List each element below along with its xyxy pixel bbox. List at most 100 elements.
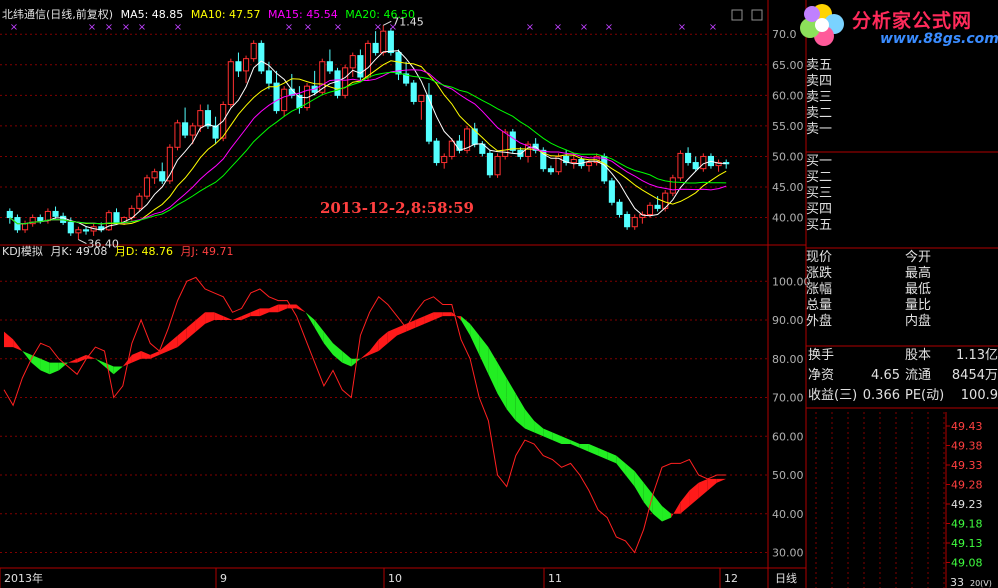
candle-body	[235, 61, 242, 72]
stat-ratio-label: 量比	[905, 298, 932, 313]
candle-body	[624, 214, 631, 228]
buy-5-label: 买五	[806, 218, 833, 233]
x-axis-label: 10	[388, 572, 402, 585]
mini-axis-bottom-right: 20(V)	[970, 579, 992, 588]
kd-ribbon-segment	[131, 351, 142, 363]
candle-body	[669, 177, 676, 194]
ma10-label: MA10: 47.57	[190, 8, 261, 21]
ma20-label: MA20: 46.50	[345, 8, 415, 21]
candle-body	[82, 229, 90, 232]
kdj-y-tick: 90.00	[772, 314, 804, 327]
candle-body	[227, 61, 234, 105]
kd-ribbon-segment	[141, 351, 151, 359]
stock-chart[interactable]: 70.065.0060.0055.0050.0045.0040.0071.453…	[0, 0, 998, 588]
candle-body	[486, 152, 493, 176]
candle-body	[52, 210, 59, 217]
cursor-time-label: 2013-12-2,8:58:59	[320, 199, 474, 217]
mini-axis-label: 49.08	[951, 557, 983, 570]
stat-open-label: 今开	[905, 250, 932, 265]
price-y-tick: 65.00	[772, 59, 804, 72]
candle-body	[166, 146, 173, 182]
kd-ribbon-segment	[67, 358, 78, 363]
candle-body	[646, 204, 654, 215]
eps-label: 收益(三)	[808, 388, 858, 403]
kd-ribbon-segment	[342, 351, 352, 367]
share-capital-label: 股本	[905, 348, 932, 363]
candle-body	[433, 140, 440, 164]
kd-ribbon-segment	[515, 393, 525, 429]
candle-body	[418, 94, 425, 102]
candle-body	[281, 88, 288, 112]
price-y-tick: 70.0	[772, 28, 797, 41]
signal-marker: ×	[174, 22, 182, 33]
kd-ribbon-segment	[195, 312, 206, 332]
kd-ribbon-segment	[40, 358, 50, 375]
kd-ribbon-segment	[113, 366, 123, 375]
sell-orders: 卖五 卖四 卖三 卖二 卖一	[806, 58, 832, 138]
signal-marker: ×	[678, 22, 686, 33]
candle-body	[654, 204, 661, 209]
stat-inner-label: 内盘	[905, 314, 932, 329]
signal-marker: ×	[285, 22, 293, 33]
kd-ribbon-segment	[671, 502, 681, 518]
kdj-j-line	[3, 276, 726, 554]
pe-value: 100.9	[960, 388, 998, 403]
kd-ribbon-segment	[387, 327, 397, 344]
candle-body	[570, 159, 577, 164]
stat-high-label: 最高	[905, 266, 932, 281]
period-label: 日线	[775, 571, 797, 585]
stock-title: 北纬通信(日线,前复权)	[2, 8, 114, 21]
kd-ribbon-segment	[524, 409, 535, 433]
low-marker-arrow	[78, 239, 87, 245]
candle-body	[21, 223, 29, 231]
kd-ribbon-segment	[506, 378, 516, 421]
buy-4-label: 买四	[806, 202, 833, 217]
stats-right: 今开 最高 最低 量比 内盘	[905, 250, 931, 330]
candle-body	[212, 125, 219, 139]
candle-body	[75, 229, 82, 234]
kdj-j-label: 月J: 49.71	[180, 245, 234, 258]
kd-ribbon-segment	[652, 494, 663, 522]
kd-ribbon-segment	[269, 304, 279, 313]
info-block: 换手 股本 1.13亿 净资 4.65 流通 8454万 收益(三) 0.366…	[806, 348, 998, 408]
candle-body	[342, 67, 349, 96]
signal-marker: ×	[88, 22, 96, 33]
buy-1-label: 买一	[806, 154, 833, 169]
signal-marker: ×	[526, 22, 534, 33]
float-label: 流通	[905, 368, 932, 383]
candle-body	[258, 42, 265, 72]
kdj-y-tick: 100.00	[772, 275, 811, 288]
candle-body	[494, 155, 501, 176]
kd-ribbon-segment	[4, 331, 14, 348]
candle-body	[471, 128, 478, 145]
kd-ribbon-segment	[241, 312, 251, 320]
signal-marker: ×	[334, 22, 342, 33]
candle-body	[410, 82, 417, 102]
kdj-k-label: 月K: 49.08	[50, 245, 108, 258]
kd-ribbon-segment	[561, 436, 571, 444]
signal-marker: ×	[10, 22, 18, 33]
kd-ribbon-segment	[168, 335, 178, 351]
candle-body	[159, 171, 166, 182]
candle-body	[700, 155, 707, 170]
candle-body	[387, 30, 394, 54]
kdj-y-tick: 60.00	[772, 430, 804, 443]
kd-ribbon-segment	[570, 440, 580, 448]
kd-ribbon-segment	[470, 323, 480, 355]
sell-5-label: 卖五	[806, 58, 833, 73]
candle-body	[44, 210, 51, 222]
kd-ribbon-segment	[250, 308, 260, 317]
candle-body	[326, 61, 333, 72]
buy-orders: 买一 买二 买三 买四 买五	[806, 154, 832, 234]
candle-body	[364, 42, 372, 78]
kd-ribbon-segment	[707, 478, 717, 491]
signal-marker: ×	[304, 22, 312, 33]
share-capital-value: 1.13亿	[956, 348, 998, 363]
sell-2-label: 卖二	[806, 106, 833, 121]
kd-ribbon-segment	[415, 316, 425, 328]
kd-ribbon-segment	[369, 339, 379, 355]
stat-outer-label: 外盘	[806, 314, 833, 329]
candle-body	[616, 201, 623, 215]
ma15-label: MA15: 45.54	[268, 8, 338, 21]
kd-ribbon-segment	[333, 343, 343, 363]
